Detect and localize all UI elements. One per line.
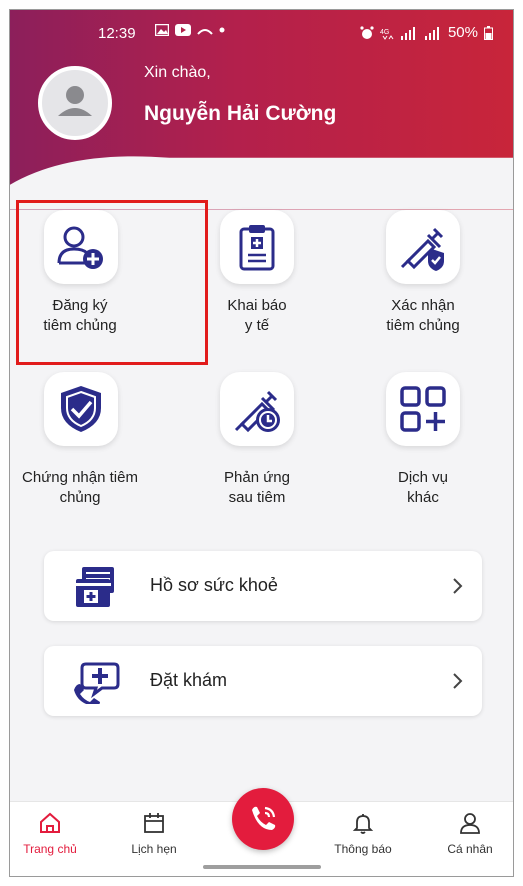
signal-2-icon — [424, 26, 439, 40]
battery-percent: 50% — [447, 24, 478, 41]
chevron-right-icon — [453, 673, 463, 689]
signal-icon — [400, 26, 415, 40]
call-button[interactable] — [232, 788, 294, 850]
nav-appointments[interactable]: Lịch hẹn — [114, 802, 194, 876]
nav-profile-label: Cá nhân — [447, 842, 493, 856]
status-time: 12:39 — [98, 25, 136, 42]
nav-home-label: Trang chủ — [23, 842, 77, 856]
greeting-text: Xin chào, — [144, 64, 211, 81]
nav-notifications-label: Thông báo — [334, 842, 392, 856]
post-vaccination-reaction-button[interactable] — [220, 372, 294, 446]
confirm-vaccination-button[interactable] — [386, 210, 460, 284]
battery-icon — [484, 25, 493, 40]
bell-icon — [352, 814, 374, 834]
dot-icon — [219, 27, 225, 33]
confirm-vaccination-label-2: tiêm chủng — [386, 317, 460, 334]
phone-call-icon — [252, 806, 276, 830]
missed-call-icon — [197, 29, 213, 35]
post-vaccination-reaction-label-2: sau tiêm — [228, 489, 286, 506]
nav-notifications[interactable]: Thông báo — [323, 802, 403, 876]
home-icon — [40, 812, 60, 833]
vaccination-certificate-label-2: chủng — [59, 489, 101, 506]
vaccination-certificate-label-1: Chứng nhận tiêm — [22, 469, 138, 486]
data-4g-icon: 4G — [380, 29, 394, 40]
health-record-icon — [75, 567, 114, 607]
syringe-shield-icon — [400, 227, 444, 271]
status-bar: 12:39 4G 50% — [10, 22, 513, 46]
health-record-label: Hồ sơ sức khoẻ — [150, 575, 278, 595]
alarm-icon — [360, 25, 374, 39]
confirm-vaccination-label-1: Xác nhận — [391, 297, 455, 314]
health-record-card[interactable]: Hồ sơ sức khoẻ — [44, 551, 482, 621]
highlight-box — [16, 200, 208, 365]
clipboard-icon — [239, 225, 275, 271]
nav-appointments-label: Lịch hẹn — [131, 842, 177, 856]
avatar[interactable] — [38, 66, 112, 140]
nav-profile[interactable]: Cá nhân — [430, 802, 510, 876]
nav-home[interactable]: Trang chủ — [10, 802, 90, 876]
post-vaccination-reaction-label-1: Phản ứng — [224, 469, 290, 486]
youtube-icon — [175, 24, 191, 36]
book-appointment-label: Đặt khám — [150, 670, 228, 690]
other-services-label-1: Dịch vụ — [397, 469, 449, 486]
phone-screen: 12:39 4G 50% Xin chào, Nguyễn Hải Cường — [9, 9, 514, 877]
chevron-right-icon — [453, 578, 463, 594]
vaccination-certificate-button[interactable] — [44, 372, 118, 446]
phone-medical-icon — [74, 662, 120, 704]
person-icon — [460, 813, 480, 834]
other-services-label-2: khác — [407, 489, 439, 506]
shield-check-icon — [61, 386, 101, 432]
syringe-clock-icon — [234, 390, 280, 433]
avatar-person-icon — [58, 86, 92, 116]
home-indicator[interactable] — [203, 865, 321, 869]
calendar-icon — [144, 813, 164, 833]
svg-text:4G: 4G — [380, 29, 389, 36]
grid-plus-icon — [400, 386, 446, 432]
book-appointment-card[interactable]: Đặt khám — [44, 646, 482, 716]
user-name: Nguyễn Hải Cường — [144, 102, 337, 125]
other-services-button[interactable] — [386, 372, 460, 446]
health-declaration-button[interactable] — [220, 210, 294, 284]
gallery-icon — [155, 24, 169, 36]
